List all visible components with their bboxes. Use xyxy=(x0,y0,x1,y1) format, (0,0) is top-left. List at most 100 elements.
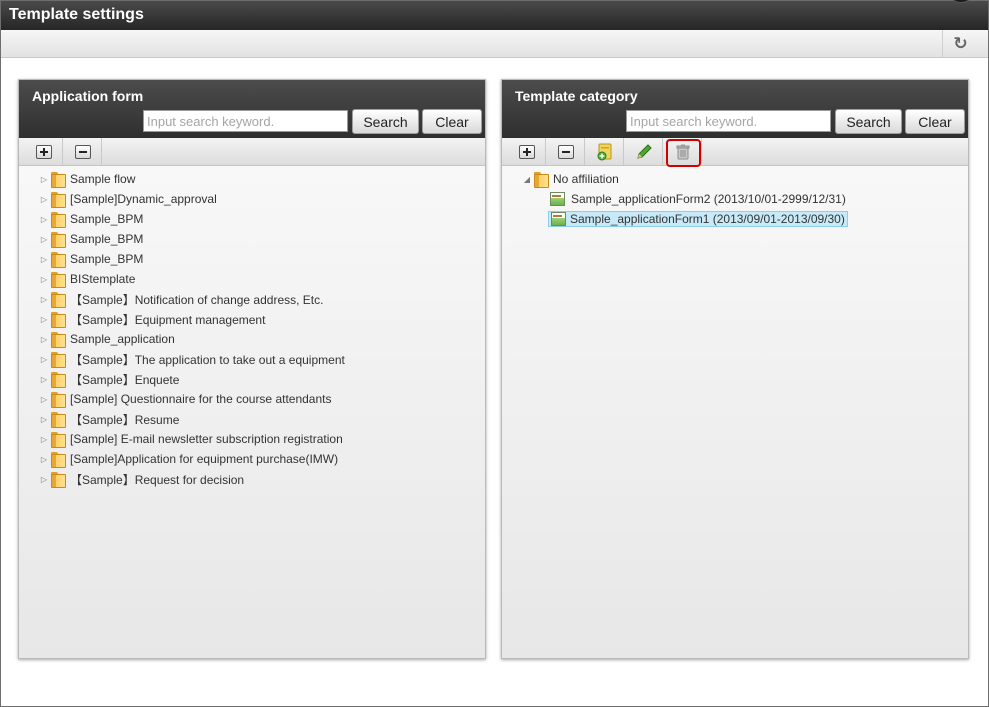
form-template-icon xyxy=(551,212,566,226)
sub-toolbar: ↻ xyxy=(1,30,988,58)
folder-icon xyxy=(51,232,66,248)
clear-button[interactable]: Clear xyxy=(422,109,482,134)
expand-arrow-icon[interactable]: ▷ xyxy=(39,335,49,344)
tree-node-form[interactable]: ▷ Sample_BPM xyxy=(19,209,485,229)
search-button[interactable]: Search xyxy=(352,109,419,134)
expand-arrow-icon[interactable]: ▷ xyxy=(39,435,49,444)
title-bar: Template settings xyxy=(1,0,988,30)
tree-node-form[interactable]: ▷ 【Sample】The application to take out a e… xyxy=(19,349,485,369)
collapse-all-icon xyxy=(74,144,91,159)
folder-icon xyxy=(51,452,66,468)
panel-title: Template category xyxy=(515,88,638,104)
expand-arrow-icon[interactable]: ▷ xyxy=(39,215,49,224)
expand-arrow-icon[interactable]: ▷ xyxy=(39,235,49,244)
window-title: Template settings xyxy=(9,6,144,23)
tree-node-label: [Sample] E-mail newsletter subscription … xyxy=(70,432,343,446)
tree-node-form[interactable]: ▷ Sample_BPM xyxy=(19,249,485,269)
edit-button[interactable] xyxy=(625,138,663,165)
expand-all-button[interactable] xyxy=(25,138,63,165)
tree-node-label: No affiliation xyxy=(553,172,619,186)
tree-node-label: Sample_BPM xyxy=(70,232,144,246)
tree-node-form[interactable]: ▷ 【Sample】Equipment management xyxy=(19,309,485,329)
expand-all-button[interactable] xyxy=(508,138,546,165)
expand-arrow-icon[interactable]: ▷ xyxy=(39,375,49,384)
tree-node-label: 【Sample】Request for decision xyxy=(70,472,245,487)
tree-node-form[interactable]: ▷ [Sample] E-mail newsletter subscription… xyxy=(19,429,485,449)
collapse-arrow-icon[interactable]: ◢ xyxy=(522,175,532,184)
tree-node-label: Sample_BPM xyxy=(70,252,144,266)
refresh-button[interactable]: ↻ xyxy=(942,30,978,57)
folder-icon xyxy=(51,292,66,308)
tree-node-label: Sample_application xyxy=(70,332,175,346)
search-input[interactable] xyxy=(143,110,348,132)
expand-arrow-icon[interactable]: ▷ xyxy=(39,255,49,264)
tree-node-form[interactable]: ▷ [Sample]Application for equipment purch… xyxy=(19,449,485,469)
refresh-icon: ↻ xyxy=(953,33,968,53)
tree-node-form[interactable]: ▷ 【Sample】Notification of change address,… xyxy=(19,289,485,309)
tree-node-label: Sample_BPM xyxy=(70,212,144,226)
tree-toolbar xyxy=(19,138,485,166)
search-button[interactable]: Search xyxy=(835,109,902,134)
tree-node-label: 【Sample】Resume xyxy=(70,412,180,427)
collapse-all-button[interactable] xyxy=(64,138,102,165)
folder-icon xyxy=(51,212,66,228)
search-input[interactable] xyxy=(626,110,831,132)
tree-node-form[interactable]: ▷ 【Sample】Request for decision xyxy=(19,469,485,489)
tree-node-form[interactable]: ▷ [Sample]Dynamic_approval xyxy=(19,189,485,209)
selected-node: Sample_applicationForm1 (2013/09/01-2013… xyxy=(548,211,848,227)
folder-icon xyxy=(51,432,66,448)
application-form-tree: ▷ Sample flow ▷ [Sample]Dynamic_approval ▷ Sa… xyxy=(19,166,485,489)
clear-button[interactable]: Clear xyxy=(905,109,965,134)
panel-title: Application form xyxy=(32,88,144,104)
folder-icon xyxy=(51,372,66,388)
collapse-all-icon xyxy=(557,144,574,159)
expand-arrow-icon[interactable]: ▷ xyxy=(39,455,49,464)
tree-node-label: Sample_applicationForm2 (2013/10/01-2999… xyxy=(571,192,846,206)
expand-all-icon xyxy=(35,144,52,159)
expand-arrow-icon[interactable]: ▷ xyxy=(39,295,49,304)
tree-toolbar xyxy=(502,138,968,166)
tree-node-form[interactable]: ▷ 【Sample】Enquete xyxy=(19,369,485,389)
tree-node-label: BIStemplate xyxy=(70,272,136,286)
folder-icon xyxy=(51,352,66,368)
tree-node-form[interactable]: ▷ Sample_application xyxy=(19,329,485,349)
expand-arrow-icon[interactable]: ▷ xyxy=(39,355,49,364)
template-category-panel: Template category Search Clear xyxy=(501,79,969,659)
tree-node-form[interactable]: ▷ BIStemplate xyxy=(19,269,485,289)
tree-node-form[interactable]: ▷ Sample flow xyxy=(19,169,485,189)
add-category-button[interactable] xyxy=(586,138,624,165)
tree-node-label: 【Sample】Enquete xyxy=(70,372,180,387)
expand-arrow-icon[interactable]: ▷ xyxy=(39,315,49,324)
tree-node-label: [Sample]Application for equipment purcha… xyxy=(70,452,339,466)
tree-node-form[interactable]: ▷ [Sample] Questionnaire for the course a… xyxy=(19,389,485,409)
delete-button-highlight xyxy=(666,139,701,167)
collapse-all-button[interactable] xyxy=(547,138,585,165)
expand-arrow-icon[interactable]: ▷ xyxy=(39,195,49,204)
folder-icon xyxy=(51,312,66,328)
tree-node-label: [Sample] Questionnaire for the course at… xyxy=(70,392,332,406)
tree-node-category[interactable]: ◢ No affiliation xyxy=(502,169,968,189)
expand-arrow-icon[interactable]: ▷ xyxy=(39,395,49,404)
folder-icon xyxy=(51,272,66,288)
tree-node-template[interactable]: Sample_applicationForm2 (2013/10/01-2999… xyxy=(502,189,968,209)
expand-arrow-icon[interactable]: ▷ xyxy=(39,415,49,424)
expand-arrow-icon[interactable]: ▷ xyxy=(39,475,49,484)
expand-arrow-icon[interactable]: ▷ xyxy=(39,175,49,184)
tree-node-form[interactable]: ▷ Sample_BPM xyxy=(19,229,485,249)
folder-icon xyxy=(51,412,66,428)
folder-icon xyxy=(51,332,66,348)
tree-node-label: [Sample]Dynamic_approval xyxy=(70,192,217,206)
template-settings-window: Template settings ↻ Application form Sea… xyxy=(0,0,989,707)
expand-arrow-icon[interactable]: ▷ xyxy=(39,275,49,284)
form-template-icon xyxy=(550,192,565,206)
folder-icon xyxy=(51,392,66,408)
pencil-icon xyxy=(636,143,652,159)
panel-header: Template category Search Clear xyxy=(502,80,968,138)
tree-node-label: Sample_applicationForm1 (2013/09/01-2013… xyxy=(570,212,845,226)
application-form-panel: Application form Search Clear ▷ Sample fl… xyxy=(18,79,486,659)
tree-node-template[interactable]: Sample_applicationForm1 (2013/09/01-2013… xyxy=(502,209,968,229)
template-category-tree: ◢ No affiliation Sample_applicationForm2… xyxy=(502,166,968,229)
window-control[interactable] xyxy=(948,0,974,3)
tree-node-form[interactable]: ▷ 【Sample】Resume xyxy=(19,409,485,429)
folder-icon xyxy=(51,252,66,268)
